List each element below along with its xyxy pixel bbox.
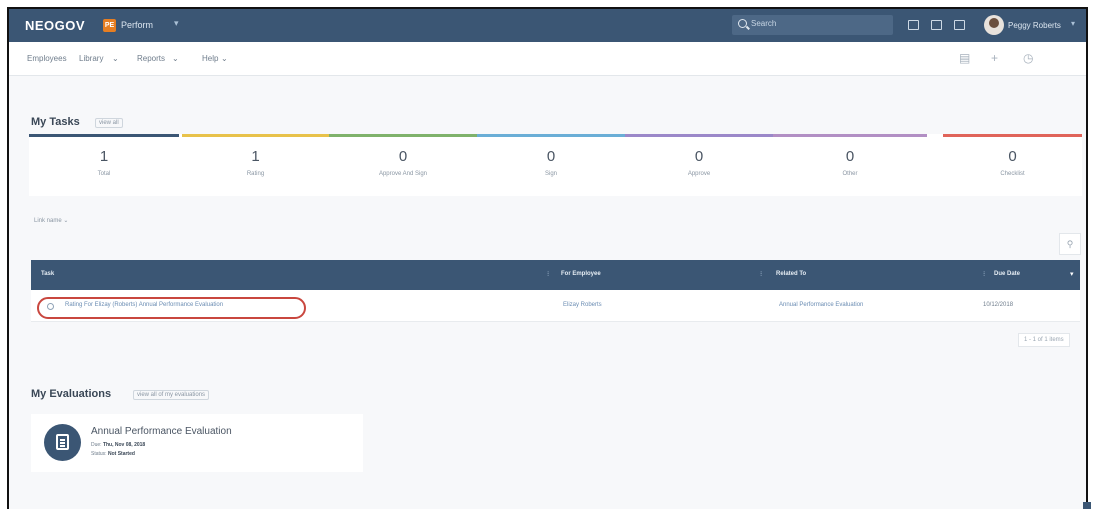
tile-bar: [477, 134, 625, 137]
status-value: Not Started: [107, 451, 135, 457]
search-placeholder: Search: [751, 19, 777, 28]
due-value: Thu, Nov 08, 2018: [102, 442, 146, 448]
tile-label: Rating: [246, 171, 265, 177]
nav-library-caret[interactable]: ⌄: [112, 54, 119, 63]
tile-checklist[interactable]: 0 Checklist: [943, 134, 1082, 196]
nav-help[interactable]: Help: [202, 54, 218, 63]
tile-count: 0: [694, 148, 704, 165]
col-header-task[interactable]: Task: [41, 271, 54, 277]
sort-icon[interactable]: ⁝: [983, 270, 985, 278]
employee-link[interactable]: Elizay Roberts: [563, 302, 602, 308]
tile-label: Checklist: [1000, 171, 1025, 177]
evaluation-title[interactable]: Annual Performance Evaluation: [91, 426, 232, 437]
tile-bar: [329, 134, 477, 137]
nav-help-caret[interactable]: ⌄: [221, 54, 228, 63]
tile-other[interactable]: 0 Other: [773, 134, 927, 196]
pagination-info: 1 - 1 of 1 items: [1018, 333, 1070, 347]
main-content: My Tasks view all 1 Total 1 Rating 0 App…: [9, 76, 1086, 509]
due-label: Due:: [91, 442, 102, 448]
sort-desc-icon[interactable]: ▾: [1070, 270, 1074, 278]
search-icon: [738, 19, 747, 28]
tasks-table-header: Task ⁝ For Employee ⁝ Related To ⁝ Due D…: [31, 260, 1080, 290]
my-evaluations-title: My Evaluations: [31, 388, 112, 400]
nav-library[interactable]: Library: [79, 54, 103, 63]
brand-logo[interactable]: NEOGOV: [25, 18, 85, 33]
tile-label: Total: [97, 171, 111, 177]
top-bar: NEOGOV PE Perform ▾ Search Peggy Roberts…: [9, 9, 1086, 42]
chevron-down-icon[interactable]: ▾: [1071, 19, 1075, 28]
my-tasks-title: My Tasks: [31, 116, 80, 128]
tile-bar: [773, 134, 927, 137]
sub-navigation: Employees Library ⌄ Reports ⌄ Help ⌄ ▤ +…: [9, 42, 1086, 76]
clock-icon[interactable]: ◷: [1023, 51, 1033, 65]
tile-approve[interactable]: 0 Approve: [625, 134, 773, 196]
tile-label: Approve: [687, 171, 711, 177]
product-switcher[interactable]: Perform: [121, 20, 153, 30]
chevron-down-icon[interactable]: ▾: [174, 18, 179, 29]
tile-label: Sign: [544, 171, 557, 177]
col-header-employee[interactable]: For Employee: [561, 271, 601, 277]
document-icon: [56, 434, 69, 450]
evaluation-icon-circle: [44, 424, 81, 461]
col-header-related[interactable]: Related To: [776, 271, 806, 277]
view-all-evaluations-link[interactable]: view all of my evaluations: [133, 390, 210, 400]
status-label: Status:: [91, 451, 107, 457]
due-date: 10/12/2018: [983, 302, 1014, 308]
document-icon[interactable]: ▤: [959, 51, 970, 65]
tile-count: 0: [546, 148, 556, 165]
col-header-due-date[interactable]: Due Date: [994, 271, 1020, 277]
filter-dropdown[interactable]: Link name ⌄: [34, 217, 68, 224]
tile-label: Other: [842, 171, 858, 177]
view-all-tasks-link[interactable]: view all: [95, 118, 123, 128]
tile-bar: [625, 134, 773, 137]
tile-count: 0: [398, 148, 408, 165]
tile-total[interactable]: 1 Total: [29, 134, 179, 196]
sort-icon[interactable]: ⁝: [760, 270, 762, 278]
scroll-corner: [1083, 502, 1091, 509]
tile-label: Approve And Sign: [378, 171, 428, 177]
related-link[interactable]: Annual Performance Evaluation: [779, 302, 863, 308]
task-summary-tiles: 1 Total 1 Rating 0 Approve And Sign 0 Si…: [29, 134, 1082, 196]
avatar[interactable]: [984, 15, 1004, 35]
calendar-icon[interactable]: [908, 20, 919, 30]
user-menu[interactable]: Peggy Roberts: [1008, 21, 1061, 30]
grid-icon[interactable]: [931, 20, 942, 30]
table-search-button[interactable]: ⚲: [1059, 233, 1081, 255]
filter-label: Link name: [34, 218, 62, 224]
nav-reports[interactable]: Reports: [137, 54, 165, 63]
tile-approve-and-sign[interactable]: 0 Approve And Sign: [329, 134, 477, 196]
tile-count: 0: [1008, 148, 1017, 165]
tile-rating[interactable]: 1 Rating: [182, 134, 329, 196]
sort-icon[interactable]: ⁝: [547, 270, 549, 278]
tile-count: 1: [99, 148, 109, 165]
tile-bar: [943, 134, 1082, 137]
highlight-annotation: [37, 297, 306, 319]
nav-reports-caret[interactable]: ⌄: [172, 54, 179, 63]
tile-bar: [29, 134, 179, 137]
product-badge: PE: [103, 19, 116, 32]
tile-count: 1: [251, 148, 260, 165]
evaluation-card[interactable]: Annual Performance Evaluation Due: Thu, …: [31, 414, 363, 472]
app-window: NEOGOV PE Perform ▾ Search Peggy Roberts…: [7, 7, 1088, 509]
evaluation-due: Due: Thu, Nov 08, 2018: [91, 442, 145, 448]
tile-sign[interactable]: 0 Sign: [477, 134, 625, 196]
list-icon[interactable]: [954, 20, 965, 30]
nav-employees[interactable]: Employees: [27, 54, 67, 63]
plus-icon[interactable]: +: [991, 51, 998, 65]
tile-bar: [182, 134, 329, 137]
evaluation-status: Status: Not Started: [91, 451, 135, 457]
global-search-input[interactable]: Search: [732, 15, 893, 35]
tile-count: 0: [845, 148, 855, 165]
